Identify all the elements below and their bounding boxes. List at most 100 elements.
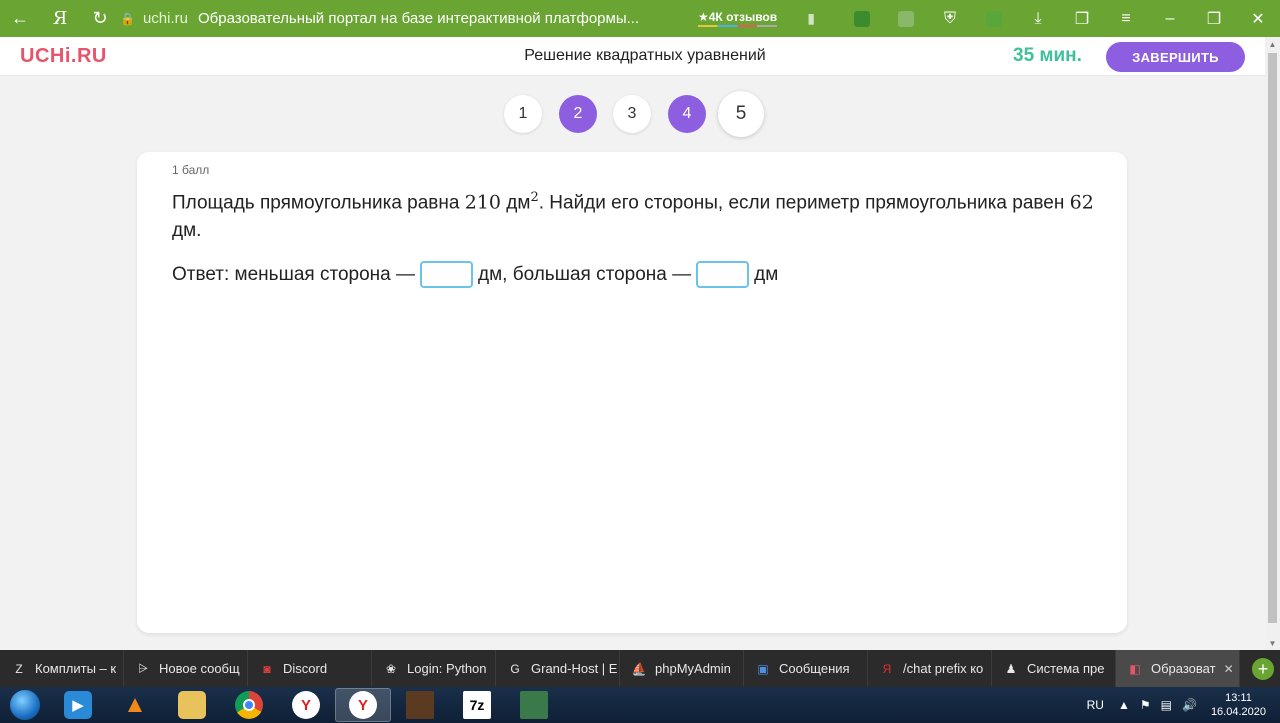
clock-time: 13:11 (1225, 692, 1252, 704)
tab-favicon-icon: ♟ (1005, 661, 1017, 676)
address-bar[interactable]: 🔒 uchi.ru Образовательный портал на базе… (120, 0, 643, 37)
tabs-icon[interactable]: ❐ (1060, 0, 1104, 37)
lock-icon: 🔒 (120, 11, 135, 26)
windows-logo-icon (10, 690, 40, 720)
scroll-thumb[interactable] (1268, 53, 1277, 623)
browser-tab[interactable]: ♟ Система пре (992, 650, 1116, 687)
question-text: дм. (172, 220, 202, 242)
reload-icon[interactable]: ↻ (80, 0, 120, 37)
folder-icon (178, 691, 206, 719)
browser-tab[interactable]: Z Комплиты – к (0, 650, 124, 687)
new-tab-icon[interactable]: + (1252, 658, 1274, 680)
task-card: 1 балл Площадь прямоугольника равна 210 … (137, 152, 1127, 633)
timer: 35 мин. (1013, 45, 1082, 66)
start-button[interactable] (0, 687, 50, 723)
taskbar-app-yandex[interactable]: Y (278, 688, 334, 722)
browser-tab-active[interactable]: ◧ Образоват ✕ (1116, 650, 1240, 687)
larger-side-input[interactable] (696, 261, 750, 288)
smaller-side-input[interactable] (419, 261, 473, 288)
tab-label: Login: Python (407, 661, 487, 676)
answer-suffix: дм (754, 263, 779, 285)
browser-toolbar: ← Я ↻ 🔒 uchi.ru Образовательный портал н… (0, 0, 1280, 37)
step-2[interactable]: 2 (559, 95, 597, 133)
task-question: Площадь прямоугольника равна 210 дм2. На… (172, 184, 1102, 245)
shield-icon[interactable]: ⛨ (928, 0, 972, 37)
bookmark-icon[interactable]: ▮ (791, 0, 831, 37)
tab-label: phpMyAdmin (655, 661, 731, 676)
task-steps: 1 2 3 4 5 (0, 91, 1265, 137)
menu-icon[interactable]: ≡ (1104, 0, 1148, 37)
tab-favicon-icon: G (510, 661, 520, 676)
browser-tab[interactable]: ▣ Сообщения (744, 650, 868, 687)
scroll-up-icon[interactable]: ▲ (1265, 37, 1280, 51)
step-3[interactable]: 3 (613, 95, 651, 133)
yandex-browser-icon: Y (349, 691, 377, 719)
browser-tab[interactable]: ◙ Discord (248, 650, 372, 687)
taskbar-app-vlc[interactable]: ▲ (107, 688, 163, 722)
clock[interactable]: 13:11 16.04.2020 (1211, 691, 1266, 719)
extension-icon[interactable] (972, 0, 1016, 37)
question-text: . Найди его стороны, если периметр прямо… (538, 192, 1070, 214)
browser-tab[interactable]: ⛵ phpMyAdmin (620, 650, 744, 687)
tray-expand-icon[interactable]: ▲ (1118, 698, 1130, 712)
browser-tab[interactable]: Я/chat prefix ко (868, 650, 992, 687)
browser-tab-strip: Z Комплиты – к ⩥ Новое сообщ ◙ Discord ❀ Log… (0, 650, 1280, 687)
math-value: 210 (464, 191, 501, 214)
tab-label: Образоват (1151, 661, 1216, 676)
page-scrollbar[interactable]: ▲ ▼ (1265, 37, 1280, 650)
clock-date: 16.04.2020 (1210, 706, 1266, 718)
browser-tab[interactable]: ❀ Login: Python (372, 650, 496, 687)
action-center-icon[interactable]: ⚑ (1140, 698, 1151, 712)
answer-mid: дм, большая сторона — (477, 263, 692, 285)
game-icon (406, 691, 434, 719)
tab-favicon-icon: ⩥ (138, 661, 148, 675)
finish-button[interactable]: ЗАВЕРШИТЬ (1106, 42, 1245, 72)
tab-label: /chat prefix ко (903, 661, 984, 676)
math-exponent: 2 (530, 190, 539, 205)
language-indicator[interactable]: RU (1087, 698, 1104, 712)
answer-row: Ответ: меньшая сторона — дм, большая сто… (172, 261, 778, 288)
tab-label: Комплиты – к (35, 661, 117, 676)
download-icon[interactable]: ⤓ (1016, 0, 1060, 37)
restore-icon[interactable]: ❐ (1192, 0, 1236, 37)
step-4[interactable]: 4 (668, 95, 706, 133)
browser-tab[interactable]: G Grand-Host | E (496, 650, 620, 687)
main-content: 1 2 3 4 5 1 балл Площадь прямоугольника … (0, 76, 1265, 650)
browser-tab[interactable]: ⩥ Новое сообщ (124, 650, 248, 687)
math-value: 62 (1069, 191, 1094, 214)
step-5[interactable]: 5 (718, 91, 764, 137)
system-tray: RU ▲ ⚑ ▤ 🔊 13:11 16.04.2020 (1087, 687, 1280, 723)
taskbar-app-game[interactable] (392, 688, 448, 722)
answer-prefix: Ответ: меньшая сторона — (172, 263, 415, 285)
taskbar-app-folder[interactable] (164, 688, 220, 722)
taskbar-app-remote-desktop[interactable] (506, 688, 562, 722)
taskbar-app-7zip[interactable]: 7z (449, 688, 505, 722)
extension-icon[interactable] (884, 0, 928, 37)
step-1[interactable]: 1 (504, 95, 542, 133)
yandex-icon[interactable]: Я (40, 0, 80, 37)
minimize-icon[interactable]: – (1148, 0, 1192, 37)
tab-close-icon[interactable]: ✕ (1224, 662, 1234, 676)
chrome-icon (235, 691, 263, 719)
reviews-badge[interactable]: ★4К отзывов (697, 10, 778, 27)
volume-icon[interactable]: 🔊 (1182, 698, 1197, 712)
close-icon[interactable]: ✕ (1236, 0, 1280, 37)
back-arrow-icon[interactable]: ← (0, 0, 40, 37)
taskbar-app-yandex-active[interactable]: Y (335, 688, 391, 722)
tab-favicon-icon: ⛵ (631, 661, 647, 676)
tab-label: Система пре (1027, 661, 1105, 676)
lesson-title: Решение квадратных уравнений (524, 47, 766, 64)
7zip-icon: 7z (463, 691, 491, 719)
network-icon[interactable]: ▤ (1161, 698, 1172, 712)
tab-label: Сообщения (779, 661, 850, 676)
extension-icon[interactable] (840, 0, 884, 37)
taskbar-app-chrome[interactable] (221, 688, 277, 722)
question-unit: дм (501, 192, 531, 214)
taskbar-app-media-player[interactable]: ▶ (50, 688, 106, 722)
windows-taskbar: ▶ ▲ Y Y 7z RU ▲ ⚑ ▤ 🔊 13:11 16.04.2020 (0, 687, 1280, 723)
tab-favicon-icon: ❀ (385, 661, 397, 676)
tab-label: Discord (283, 661, 328, 676)
lesson-header: UCHi.RU Решение квадратных уравнений 35 … (0, 37, 1265, 76)
vlc-icon: ▲ (123, 691, 147, 718)
scroll-down-icon[interactable]: ▼ (1265, 636, 1280, 650)
